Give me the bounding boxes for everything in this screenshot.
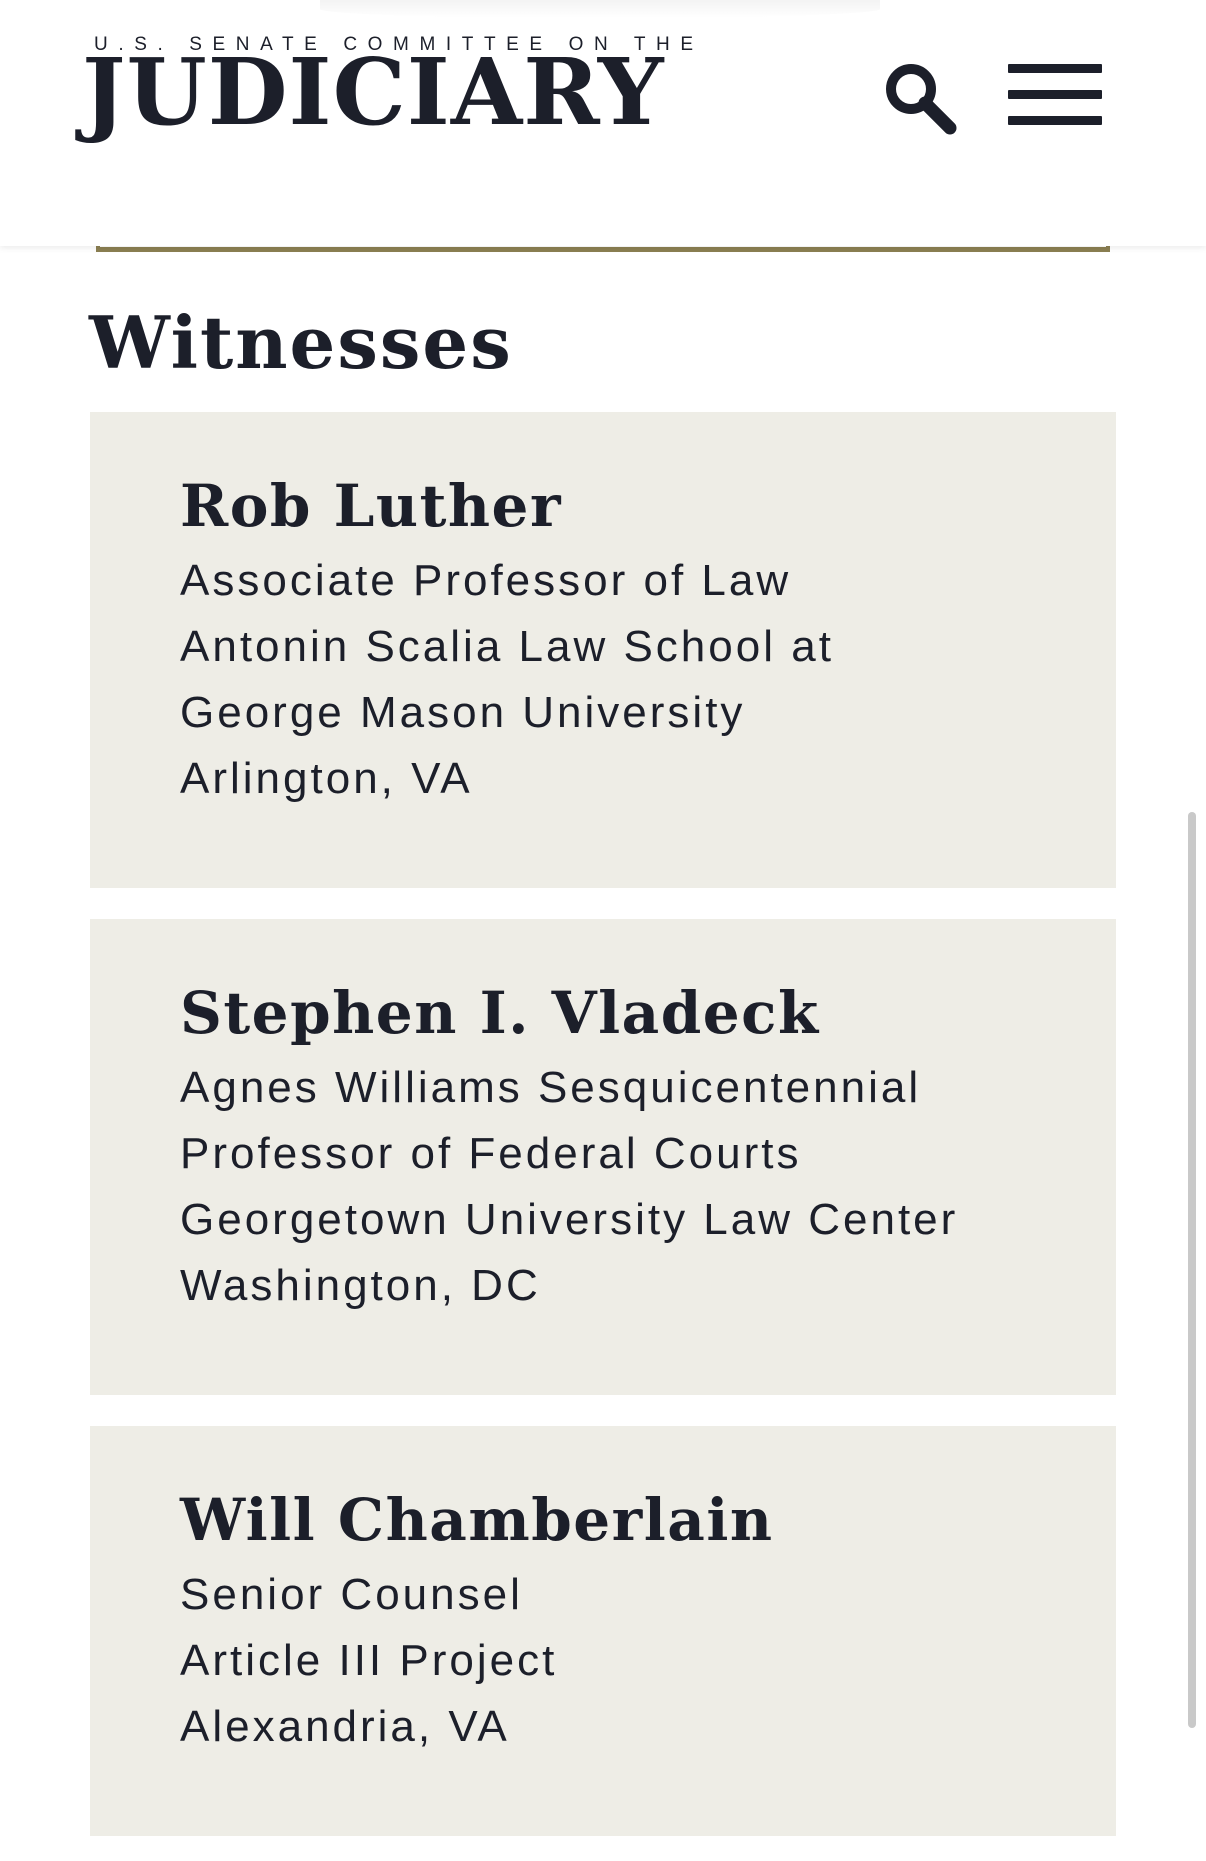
search-icon xyxy=(886,64,957,135)
witness-affiliation: Antonin Scalia Law School at xyxy=(180,621,834,671)
witness-affiliation: Article III Project xyxy=(180,1635,558,1685)
menu-bar xyxy=(1008,116,1102,125)
witness-location: Arlington, VA xyxy=(180,753,473,803)
witness-affiliation: Georgetown University Law Center xyxy=(180,1194,959,1244)
scrollbar-thumb[interactable] xyxy=(1188,812,1196,1728)
witness-name: Stephen I. Vladeck xyxy=(180,979,820,1047)
menu-button[interactable] xyxy=(1005,62,1105,128)
witness-title: Senior Counsel xyxy=(180,1569,523,1619)
page: U.S. SENATE COMMITTEE ON THE JUDICIARY W… xyxy=(0,0,1206,1861)
witness-title: Professor of Federal Courts xyxy=(180,1128,802,1178)
witness-location: Alexandria, VA xyxy=(180,1701,510,1751)
section-title: Witnesses xyxy=(89,300,513,385)
menu-bar xyxy=(1008,64,1102,73)
witness-title: Associate Professor of Law xyxy=(180,555,792,605)
site-logo[interactable]: U.S. SENATE COMMITTEE ON THE JUDICIARY xyxy=(82,34,693,146)
witness-card: Will Chamberlain Senior Counsel Article … xyxy=(90,1426,1116,1836)
search-button[interactable] xyxy=(880,58,960,138)
menu-bar xyxy=(1008,90,1102,99)
logo-wordmark: JUDICIARY xyxy=(82,38,665,146)
witness-name: Will Chamberlain xyxy=(180,1486,774,1554)
site-header: U.S. SENATE COMMITTEE ON THE JUDICIARY xyxy=(0,0,1206,246)
witness-name: Rob Luther xyxy=(180,472,563,540)
witness-card: Rob Luther Associate Professor of Law An… xyxy=(90,412,1116,888)
witness-card: Stephen I. Vladeck Agnes Williams Sesqui… xyxy=(90,919,1116,1395)
witness-affiliation: George Mason University xyxy=(180,687,746,737)
witness-title: Agnes Williams Sesquicentennial xyxy=(180,1062,922,1112)
header-top-fade xyxy=(320,0,880,18)
witness-location: Washington, DC xyxy=(180,1260,541,1310)
